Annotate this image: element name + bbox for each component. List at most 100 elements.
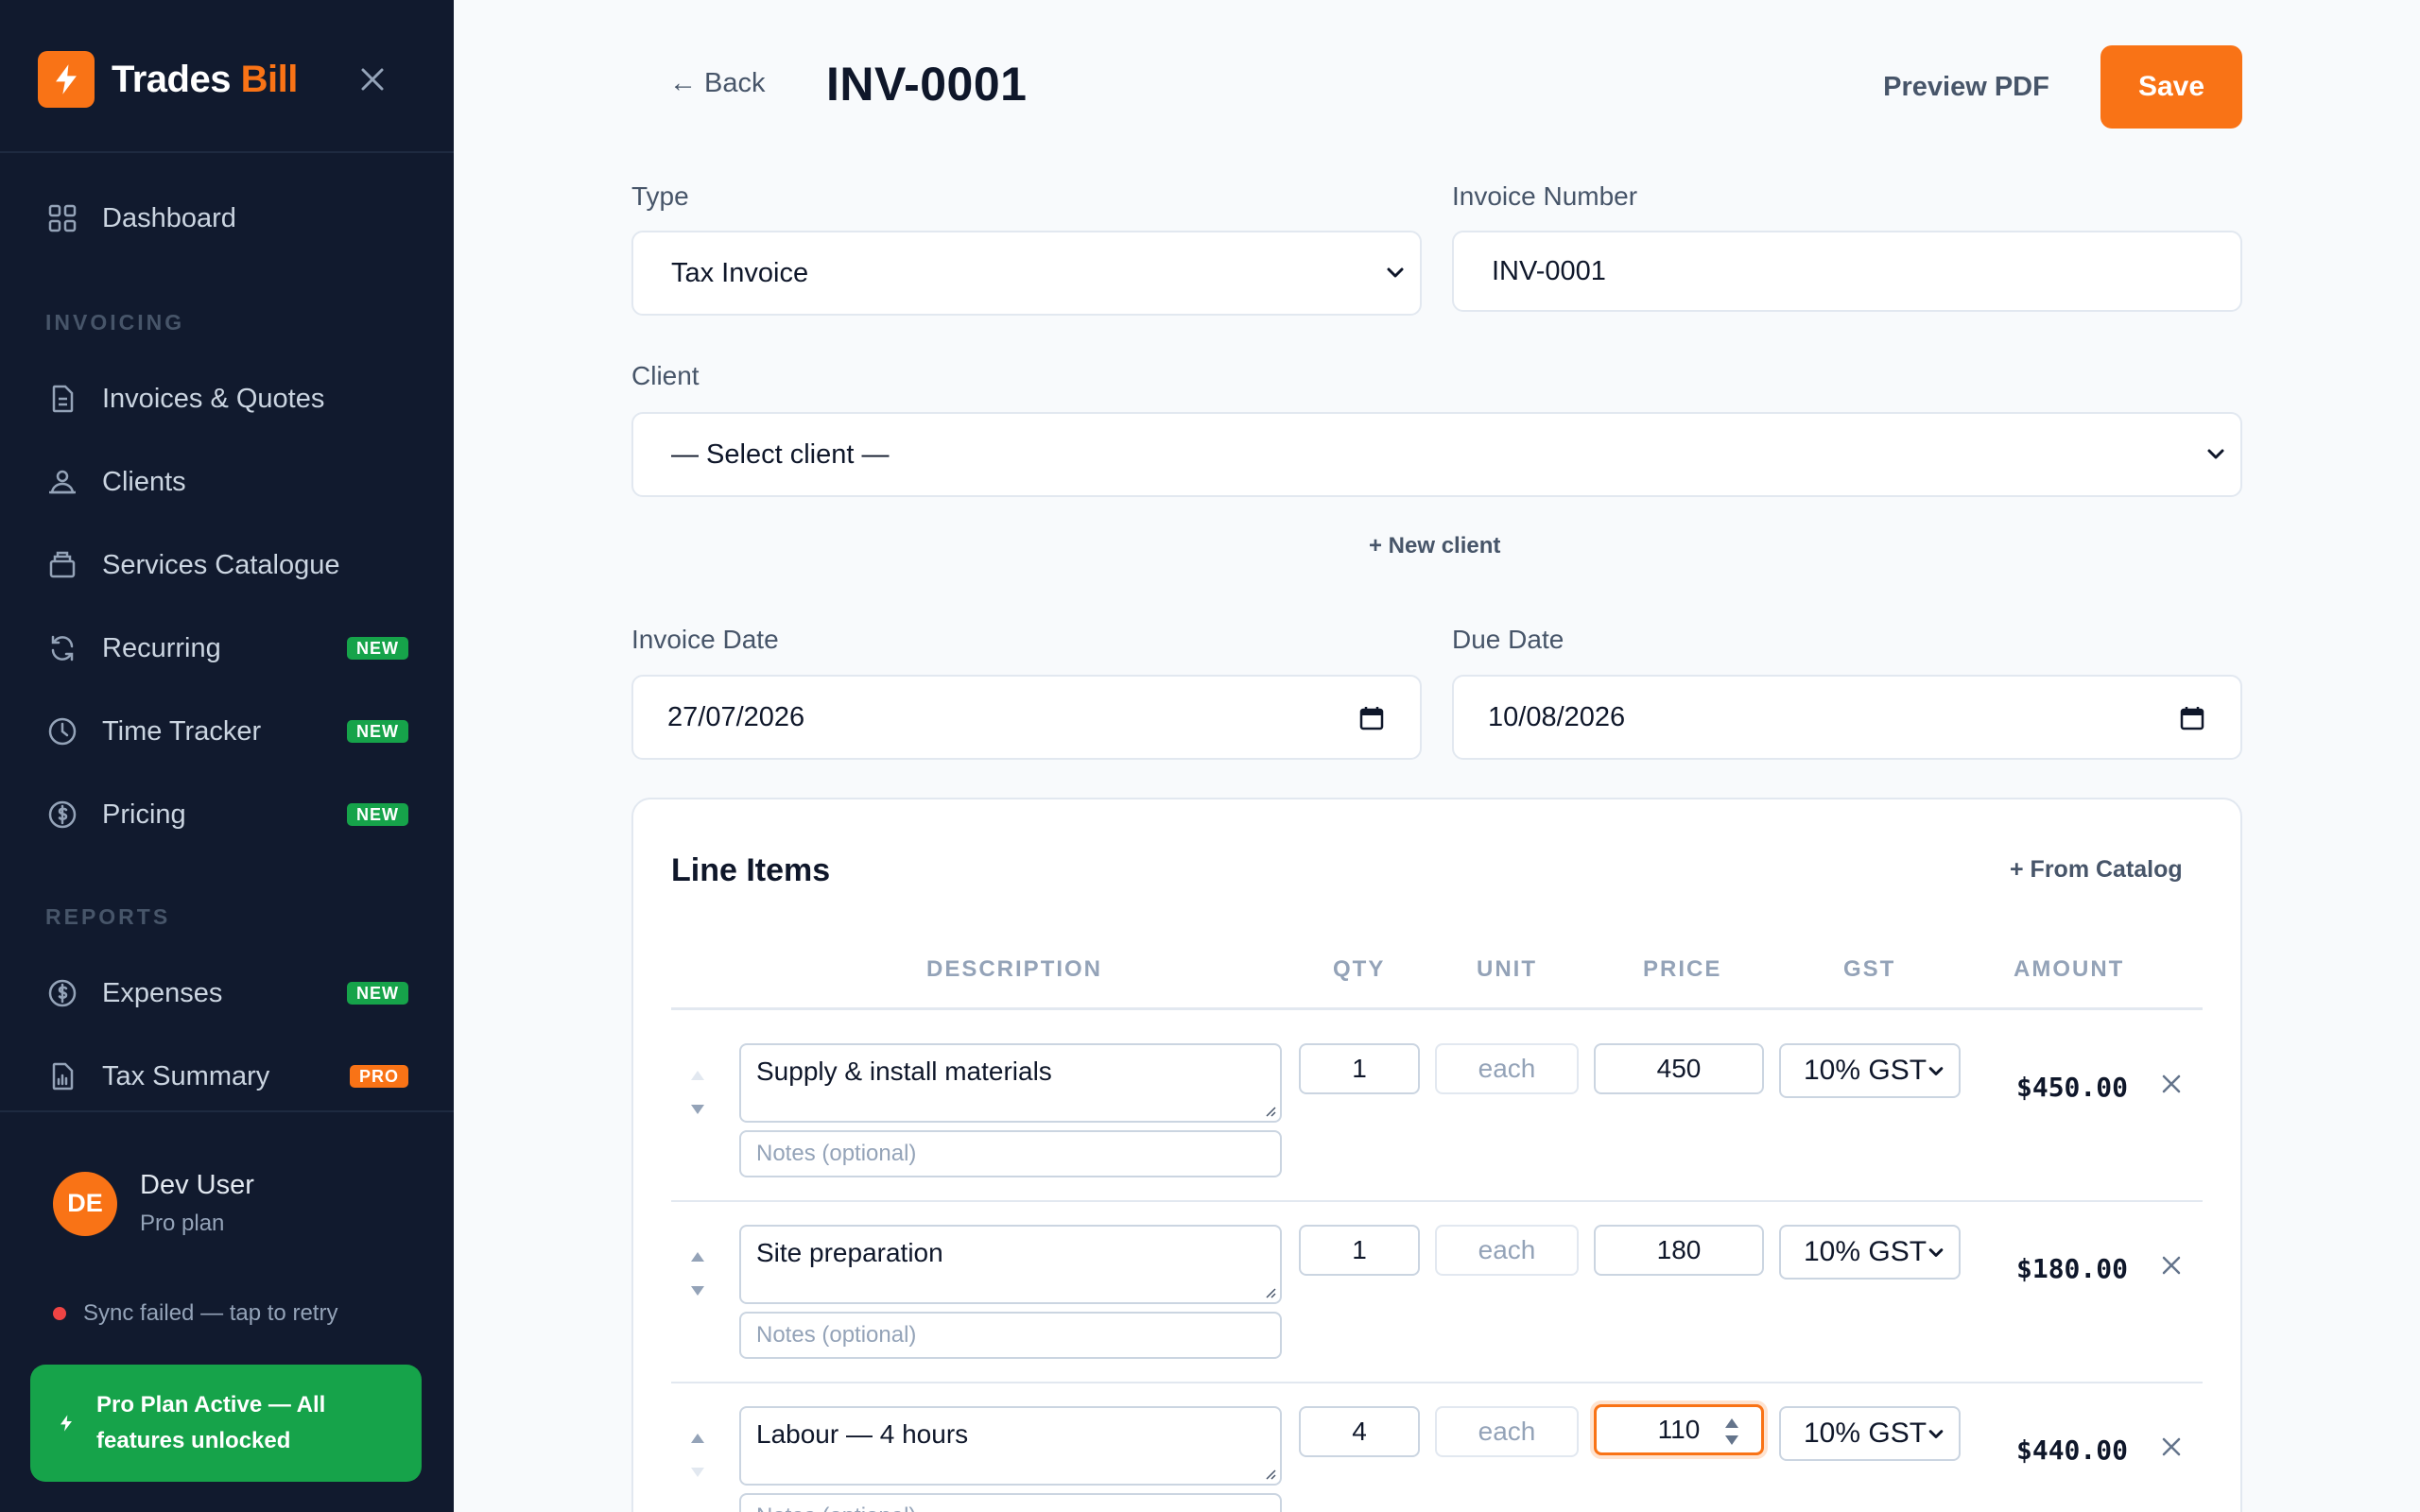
sync-status[interactable]: Sync failed — tap to retry — [53, 1300, 337, 1327]
client-value: — Select client — — [671, 438, 890, 470]
close-icon — [361, 68, 384, 91]
resize-grip-icon[interactable] — [1263, 1467, 1276, 1480]
column-header-amount: AMOUNT — [2014, 956, 2125, 982]
sidebar-item-services[interactable]: Services Catalogue — [45, 537, 408, 593]
gst-select[interactable]: 10% GST — [1779, 1406, 1961, 1461]
unit-input[interactable]: each — [1435, 1225, 1579, 1276]
error-dot-icon — [53, 1307, 66, 1320]
section-label-invoicing: INVOICING — [45, 310, 185, 335]
chevron-down-icon — [2207, 449, 2224, 459]
brand[interactable]: Trades Bill — [38, 51, 298, 108]
price-input[interactable]: 180 — [1594, 1225, 1764, 1276]
type-label: Type — [631, 181, 689, 211]
qty-input[interactable]: 1 — [1299, 1225, 1420, 1276]
column-header-price: PRICE — [1643, 956, 1722, 982]
pro-badge: PRO — [349, 1065, 408, 1088]
sidebar-item-label: Pricing — [102, 799, 186, 830]
price-input[interactable]: 110 — [1594, 1404, 1764, 1455]
notes-input[interactable]: Notes (optional) — [739, 1493, 1282, 1512]
close-sidebar-button[interactable] — [355, 62, 389, 96]
sidebar-item-time-tracker[interactable]: Time Tracker NEW — [45, 703, 408, 760]
sidebar-item-invoices[interactable]: Invoices & Quotes — [45, 370, 408, 427]
page-title: INV-0001 — [826, 58, 1028, 111]
sidebar-item-pricing[interactable]: Pricing NEW — [45, 786, 408, 843]
remove-row-button[interactable] — [2157, 1433, 2186, 1461]
dollar-icon — [45, 976, 79, 1010]
number-spinner-icon[interactable] — [1723, 1415, 1740, 1449]
due-date-value: 10/08/2026 — [1488, 701, 1626, 732]
sidebar-item-label: Clients — [102, 466, 186, 497]
sidebar-item-clients[interactable]: Clients — [45, 454, 408, 510]
chevron-down-icon — [1928, 1248, 1944, 1257]
resize-grip-icon[interactable] — [1263, 1104, 1276, 1117]
from-catalog-button[interactable]: + From Catalog — [2010, 856, 2183, 884]
refresh-icon — [45, 631, 79, 665]
price-input[interactable]: 450 — [1594, 1043, 1764, 1094]
move-down-button[interactable] — [686, 1100, 709, 1119]
sidebar-item-expenses[interactable]: Expenses NEW — [45, 965, 408, 1022]
back-link[interactable]: ← Back — [669, 68, 766, 99]
description-input[interactable]: Site preparation — [739, 1225, 1282, 1304]
row-amount: $440.00 — [2015, 1435, 2128, 1466]
chevron-down-icon — [1928, 1430, 1944, 1438]
type-value: Tax Invoice — [671, 257, 809, 288]
column-header-description: DESCRIPTION — [926, 956, 1103, 982]
pro-plan-banner[interactable]: Pro Plan Active — All features unlocked — [30, 1365, 422, 1482]
description-input[interactable]: Labour — 4 hours — [739, 1406, 1282, 1486]
qty-input[interactable]: 4 — [1299, 1406, 1420, 1457]
new-badge: NEW — [347, 720, 408, 743]
client-select[interactable]: — Select client — — [631, 412, 2242, 497]
user-name: Dev User — [140, 1170, 254, 1200]
unit-input[interactable]: each — [1435, 1043, 1579, 1094]
move-up-button[interactable] — [686, 1429, 709, 1448]
sidebar-item-recurring[interactable]: Recurring NEW — [45, 620, 408, 677]
document-icon — [45, 382, 79, 416]
calendar-icon[interactable] — [2180, 706, 2204, 730]
move-down-button[interactable] — [686, 1281, 709, 1300]
save-button[interactable]: Save — [2100, 45, 2242, 129]
triangle-up-icon — [691, 1071, 704, 1080]
sidebar-divider — [0, 1110, 454, 1112]
move-up-button[interactable] — [686, 1066, 709, 1085]
sidebar-item-label: Tax Summary — [102, 1060, 270, 1091]
move-up-button[interactable] — [686, 1247, 709, 1266]
gst-select[interactable]: 10% GST — [1779, 1043, 1961, 1098]
invoice-number-input[interactable]: INV-0001 — [1452, 231, 2242, 312]
calendar-icon[interactable] — [1359, 706, 1384, 730]
move-down-button[interactable] — [686, 1463, 709, 1482]
user-profile[interactable]: DE Dev User Pro plan — [53, 1170, 254, 1237]
invoice-date-input[interactable]: 27/07/2026 — [631, 675, 1422, 760]
sidebar-item-label: Services Catalogue — [102, 549, 340, 580]
user-plan: Pro plan — [140, 1211, 225, 1236]
row-amount: $180.00 — [2015, 1253, 2128, 1284]
sidebar-item-label: Invoices & Quotes — [102, 383, 325, 414]
close-icon — [2162, 1437, 2181, 1456]
due-date-input[interactable]: 10/08/2026 — [1452, 675, 2242, 760]
remove-row-button[interactable] — [2157, 1251, 2186, 1280]
type-select[interactable]: Tax Invoice — [631, 231, 1422, 316]
triangle-up-icon — [691, 1252, 704, 1262]
remove-row-button[interactable] — [2157, 1070, 2186, 1098]
sidebar-item-tax-summary[interactable]: Tax Summary PRO — [45, 1048, 408, 1105]
resize-grip-icon[interactable] — [1263, 1285, 1276, 1298]
gst-select[interactable]: 10% GST — [1779, 1225, 1961, 1280]
unit-input[interactable]: each — [1435, 1406, 1579, 1457]
sync-status-text: Sync failed — tap to retry — [83, 1300, 338, 1326]
preview-pdf-button[interactable]: Preview PDF — [1872, 45, 2061, 129]
chevron-down-icon — [1928, 1067, 1944, 1075]
avatar: DE — [53, 1171, 117, 1236]
row-amount: $450.00 — [2015, 1072, 2128, 1103]
triangle-up-icon — [691, 1434, 704, 1443]
description-input[interactable]: Supply & install materials — [739, 1043, 1282, 1123]
chart-document-icon — [45, 1059, 79, 1093]
close-icon — [2162, 1256, 2181, 1275]
sidebar-item-dashboard[interactable]: Dashboard — [45, 190, 408, 247]
qty-input[interactable]: 1 — [1299, 1043, 1420, 1094]
new-client-link[interactable]: + New client — [1369, 533, 1500, 559]
section-label-reports: REPORTS — [45, 904, 171, 929]
notes-input[interactable]: Notes (optional) — [739, 1312, 1282, 1359]
line-items-title: Line Items — [671, 852, 831, 888]
notes-input[interactable]: Notes (optional) — [739, 1130, 1282, 1177]
grid-icon — [45, 201, 79, 235]
sidebar: Trades Bill Dashboard INVOICING Invoices… — [0, 0, 454, 1512]
